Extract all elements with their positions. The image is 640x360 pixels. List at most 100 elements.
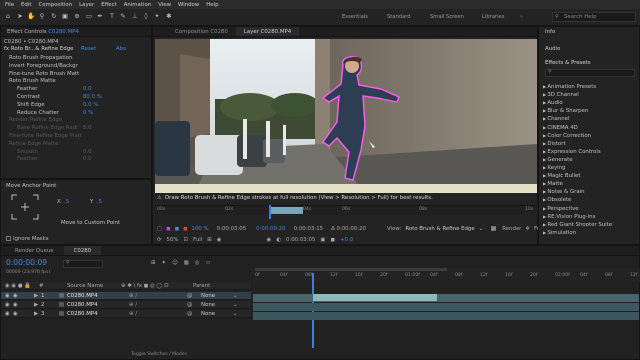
camera-icon[interactable]: ▣	[320, 237, 325, 244]
layer-type-icon[interactable]: ▤	[59, 292, 64, 300]
layer-switches[interactable]: ⊕ /	[129, 301, 137, 309]
effect-property[interactable]: Reduce Chatter 0 %	[17, 110, 93, 117]
effect-property[interactable]: Fine-tune Roto Brush Matt	[9, 71, 79, 78]
effects-category[interactable]: ▶ Perspective	[543, 205, 579, 212]
property-value[interactable]: 80.0 %	[83, 94, 102, 101]
about-link[interactable]: Abo	[116, 46, 126, 52]
effect-property[interactable]: Render Refine Edge	[9, 117, 62, 124]
effect-property[interactable]: Smooth 0.0	[17, 149, 92, 156]
workspace-essentials[interactable]: Essentials	[342, 14, 368, 20]
always-preview-icon[interactable]: ⟳	[157, 237, 162, 244]
chevron-down-icon[interactable]: ⌄	[233, 310, 238, 318]
work-area-bar[interactable]	[255, 268, 447, 271]
exposure-value[interactable]: +0.0	[340, 237, 353, 244]
effects-category[interactable]: ▶ Generate	[543, 156, 573, 163]
magnification-dropdown[interactable]: 50%	[167, 237, 179, 244]
roto-brush-tool-icon[interactable]: ✦	[153, 12, 161, 20]
puppet-pin-icon[interactable]: ✱	[165, 12, 173, 20]
type-tool-icon[interactable]: T	[108, 12, 116, 20]
audio-icon[interactable]: ◉	[13, 301, 18, 309]
region-icon[interactable]: ▢	[157, 226, 162, 233]
layer-type-icon[interactable]: ▤	[59, 301, 64, 309]
layer-2-bar[interactable]	[253, 303, 639, 311]
ignore-masks-checkbox[interactable]: Ignore Masks	[6, 236, 49, 243]
effect-controls-tab[interactable]: Effect Controls C0280.MP4	[1, 27, 151, 37]
home-icon[interactable]: ⌂	[4, 12, 12, 20]
effects-category[interactable]: ▶ Distort	[543, 140, 566, 147]
effect-property[interactable]: Roto Brush Matte	[9, 78, 56, 85]
chevron-down-icon[interactable]: ⌄	[479, 226, 484, 233]
draft-3d-icon[interactable]: ✦	[162, 260, 167, 267]
effects-category[interactable]: ▶ RE:Vision Plug-ins	[543, 213, 595, 220]
effects-category[interactable]: ▶ Blur & Sharpen	[543, 107, 588, 114]
tab-layer[interactable]: Layer C0280.MP4	[235, 27, 300, 36]
workspace-small-screen[interactable]: Small Screen	[430, 14, 464, 20]
effect-property[interactable]: Fine-tune Refine Edge Matt	[9, 133, 82, 140]
layer-type-icon[interactable]: ▤	[59, 310, 64, 318]
anchor-y[interactable]: Y .5	[90, 199, 102, 206]
property-value[interactable]: 0.0 %	[83, 102, 98, 109]
audio-icon[interactable]: ◉	[13, 292, 18, 300]
video-frame[interactable]	[155, 39, 537, 193]
menu-view[interactable]: View	[158, 2, 171, 8]
move-to-custom-point-button[interactable]: Move to Custom Point	[61, 220, 120, 227]
pickwhip-icon[interactable]: @	[187, 310, 192, 318]
in-point[interactable]: 0:00:03:05	[217, 226, 246, 233]
camera-tool-icon[interactable]: ▣	[61, 12, 69, 20]
hand-tool-icon[interactable]: ✋	[27, 12, 35, 20]
chevron-down-icon[interactable]: ⌄	[233, 292, 238, 300]
checkbox-icon[interactable]	[6, 236, 11, 241]
layer-row[interactable]: ◉ ◉ ▶ 1 ▤ C0280.MP4 @ None ⌄ ⊕ /	[1, 292, 251, 300]
tab-comp[interactable]: C0280	[63, 246, 102, 255]
mask-visibility-icon[interactable]: ◉	[217, 237, 222, 244]
effect-property[interactable]: Shift Edge 0.0 %	[17, 102, 98, 109]
menu-window[interactable]: Window	[178, 2, 199, 8]
layer-row[interactable]: ◉ ◉ ▶ 2 ▤ C0280.MP4 @ None ⌄ ⊕ /	[1, 301, 251, 309]
effects-category[interactable]: ▶ Simulation	[543, 229, 576, 236]
parent-dropdown[interactable]: None	[201, 301, 215, 309]
effects-category[interactable]: ▶ Matte	[543, 180, 563, 187]
layer-row[interactable]: ◉ ◉ ▶ 3 ▤ C0280.MP4 @ None ⌄ ⊕ /	[1, 310, 251, 318]
effects-search-input[interactable]: ⚲	[545, 69, 635, 77]
x-value[interactable]: .5	[64, 199, 69, 205]
reset-button[interactable]: Reset	[81, 46, 96, 52]
timeline-timecode[interactable]: 0:00:00:09	[6, 258, 47, 268]
mask-icon[interactable]: ◼	[183, 226, 187, 233]
zoom-tool-icon[interactable]: ⚲	[38, 12, 46, 20]
anchor-x[interactable]: X .5	[57, 199, 69, 206]
property-value[interactable]: 0.0	[83, 86, 92, 93]
color-icon[interactable]: ◐	[276, 237, 281, 244]
effect-property[interactable]: Invert Foreground/Backgr	[9, 63, 78, 70]
propagation-span[interactable]	[269, 207, 303, 214]
snapshot-icon[interactable]: ◉	[267, 237, 272, 244]
effects-category[interactable]: ▶ Magic Bullet	[543, 172, 580, 179]
visibility-icon[interactable]: ◉	[5, 292, 10, 300]
effects-category[interactable]: ▶ Expression Controls	[543, 148, 601, 155]
effect-property[interactable]: Refine Edge Matte	[9, 141, 58, 148]
menu-layer[interactable]: Layer	[79, 2, 94, 8]
effects-category[interactable]: ▶ Noise & Grain	[543, 188, 585, 195]
effect-header[interactable]: fx Roto Br...& Refine Edge Reset Abo	[4, 46, 126, 53]
expand-arrow-icon[interactable]: ▶	[34, 310, 38, 318]
source-name-col[interactable]: Source Name	[67, 282, 103, 290]
effect-property[interactable]: Feather 0.0	[17, 86, 92, 93]
freeze-icon[interactable]: ❄	[525, 226, 530, 233]
effects-category[interactable]: ▶ Audio	[543, 99, 563, 106]
effects-category[interactable]: ▶ Color Correction	[543, 132, 591, 139]
shy-icon[interactable]: ☺	[172, 260, 178, 267]
layer-1-bar[interactable]	[313, 294, 437, 301]
effects-category[interactable]: ▶ Animation Presets	[543, 83, 596, 90]
visibility-icon[interactable]: ◉	[5, 310, 10, 318]
effect-property[interactable]: Feather 0.0	[17, 156, 92, 163]
layer-time-ruler[interactable]: 00s 02s 04s 06s 08s 10s	[155, 205, 539, 215]
selection-tool-icon[interactable]: ➤	[16, 12, 24, 20]
effects-category[interactable]: ▶ Keying	[543, 164, 565, 171]
out-point[interactable]: 0:00:03:15	[294, 226, 323, 233]
audio-icon[interactable]: ◉	[13, 310, 18, 318]
expand-arrow-icon[interactable]: ▶	[34, 292, 38, 300]
menu-composition[interactable]: Composition	[38, 2, 72, 8]
effects-presets-title[interactable]: Effects & Presets	[545, 60, 591, 67]
property-value[interactable]: 0.0	[83, 156, 92, 163]
anchor-grid[interactable]	[11, 194, 39, 220]
menu-help[interactable]: Help	[206, 2, 218, 8]
